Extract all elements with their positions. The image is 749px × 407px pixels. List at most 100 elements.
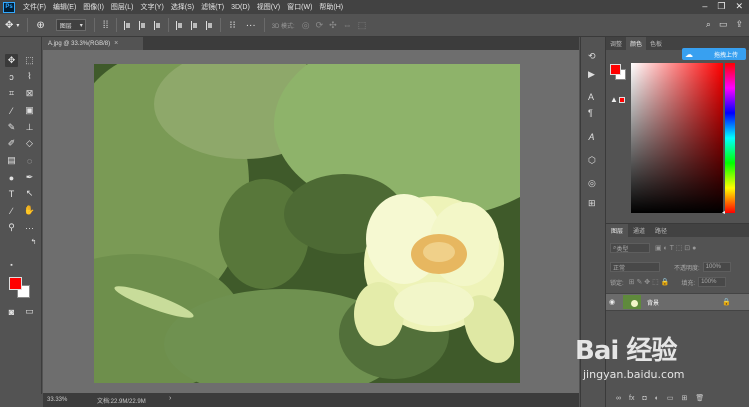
move-icon[interactable]: ✥ xyxy=(5,54,18,67)
blur-icon[interactable]: ◌ xyxy=(23,154,36,167)
more-icon[interactable]: ··· xyxy=(246,20,256,31)
history-brush-icon[interactable]: ✐ xyxy=(5,137,18,150)
minimize-icon[interactable]: – xyxy=(702,1,707,12)
more-tools-icon[interactable]: ··· xyxy=(23,221,36,234)
layer-kind-filter[interactable]: ⌕ 类型 xyxy=(610,243,650,253)
document-image[interactable] xyxy=(94,64,520,383)
menu-view[interactable]: 视图(V) xyxy=(257,2,280,12)
tab-channels[interactable]: 通道 xyxy=(628,224,650,237)
orbit-3d-icon[interactable]: ◎ xyxy=(302,20,310,31)
history-icon[interactable]: ⟲ xyxy=(588,51,596,62)
menu-type[interactable]: 文字(Y) xyxy=(140,2,163,12)
close-icon[interactable]: ✕ xyxy=(735,1,743,12)
color-spectrum-picker[interactable] xyxy=(631,63,723,213)
slide-3d-icon[interactable]: ⇔ xyxy=(343,20,352,30)
pen-icon[interactable]: ✒ xyxy=(23,171,36,184)
frame-icon[interactable]: ⊠ xyxy=(23,87,36,100)
foreground-color-swatch[interactable] xyxy=(610,64,621,75)
auto-select-dropdown[interactable]: 图层 ▾ xyxy=(55,19,86,31)
align-left-icon[interactable] xyxy=(124,20,131,30)
lock-icons[interactable]: ⊞ ✎ ✥ ⬚ 🔒 xyxy=(629,278,670,286)
menu-window[interactable]: 窗口(W) xyxy=(287,2,312,12)
distribute-icon[interactable]: ⁝⁝ xyxy=(229,20,235,31)
brush-icon[interactable]: ✎ xyxy=(5,121,18,134)
chevron-down-icon[interactable]: ▾ xyxy=(16,22,19,29)
lasso-icon[interactable]: ↄ xyxy=(5,70,18,83)
scale-3d-icon[interactable]: ⬚ xyxy=(358,20,367,31)
menu-help[interactable]: 帮助(H) xyxy=(319,2,343,12)
link-icon[interactable]: ∞ xyxy=(616,395,621,402)
workspace-icon[interactable]: ▭ xyxy=(719,19,728,30)
gradient-icon[interactable]: ▤ xyxy=(5,154,18,167)
search-icon[interactable]: ⌕ xyxy=(706,19,711,30)
blend-mode-select[interactable]: 正常 xyxy=(610,262,660,272)
align-center-icon[interactable] xyxy=(139,20,146,30)
web-safe-color-icon[interactable] xyxy=(619,97,625,103)
auto-select-icon[interactable]: ⊕ xyxy=(36,20,44,31)
filter-icons[interactable]: ▣ ◐ T ⬚ ⊡ ● xyxy=(655,244,696,252)
mask-icon[interactable]: ◘ xyxy=(642,395,646,402)
tab-layers[interactable]: 图层 xyxy=(606,224,629,237)
move-tool-icon[interactable]: ✥ xyxy=(5,20,13,31)
screen-mode-icon[interactable]: ▭ xyxy=(23,305,36,318)
trash-icon[interactable]: 🗑 xyxy=(695,394,704,402)
align-bottom-icon[interactable] xyxy=(206,20,213,30)
libraries-icon[interactable]: ⊞ xyxy=(588,198,596,209)
dodge-icon[interactable]: ● xyxy=(5,171,18,184)
zoom-icon[interactable]: ⚲ xyxy=(5,221,18,234)
swap-colors-icon[interactable]: ↰ xyxy=(27,235,40,248)
canvas-area[interactable] xyxy=(43,50,579,393)
hand-icon[interactable]: ✋ xyxy=(23,204,36,217)
line-icon[interactable]: ∕ xyxy=(5,204,18,217)
fx-icon[interactable]: fx xyxy=(629,395,634,402)
eye-icon[interactable]: ◉ xyxy=(609,298,621,306)
menu-filter[interactable]: 滤镜(T) xyxy=(201,2,224,12)
properties-icon[interactable]: ◎ xyxy=(588,178,596,189)
hue-slider[interactable] xyxy=(725,63,735,213)
share-icon[interactable]: ⇪ xyxy=(735,19,743,30)
align-middle-icon[interactable] xyxy=(191,20,198,30)
stamp-icon[interactable]: ⊥ xyxy=(23,121,36,134)
chevron-right-icon[interactable]: › xyxy=(169,395,171,402)
layer-name[interactable]: 背景 xyxy=(647,298,659,307)
opacity-input[interactable]: 100% xyxy=(702,262,731,272)
zoom-level[interactable]: 33.33% xyxy=(43,397,93,403)
menu-select[interactable]: 选择(S) xyxy=(171,2,194,12)
menu-file[interactable]: 文件(F) xyxy=(23,2,46,12)
marquee-icon[interactable]: ⬚ xyxy=(23,54,36,67)
glyphs-icon[interactable]: 𝐴 xyxy=(588,132,594,143)
menu-3d[interactable]: 3D(D) xyxy=(231,4,250,11)
character-icon[interactable]: A xyxy=(588,92,594,102)
align-top-icon[interactable] xyxy=(176,20,183,30)
hue-slider-handle-icon[interactable]: ◂ xyxy=(722,209,725,216)
quick-mask-icon[interactable]: ◙ xyxy=(5,305,18,318)
crop-icon[interactable]: ⌗ xyxy=(5,87,18,100)
healing-brush-icon[interactable]: ▣ xyxy=(23,104,36,117)
default-colors-icon[interactable]: ▪ xyxy=(5,259,18,272)
menu-layer[interactable]: 图层(L) xyxy=(111,2,134,12)
tab-paths[interactable]: 路径 xyxy=(650,224,672,237)
layer-row[interactable]: ◉ 背景 🔒 xyxy=(606,293,749,311)
quick-select-icon[interactable]: ⌇ xyxy=(23,70,36,83)
actions-play-icon[interactable]: ▶ xyxy=(588,69,595,80)
paragraph-icon[interactable]: ¶ xyxy=(588,108,593,118)
eraser-icon[interactable]: ◇ xyxy=(23,137,36,150)
close-icon[interactable]: × xyxy=(114,40,118,47)
foreground-color-swatch[interactable] xyxy=(9,277,22,290)
fill-input[interactable]: 100% xyxy=(698,277,727,287)
roll-3d-icon[interactable]: ⟳ xyxy=(316,20,324,31)
drag-3d-icon[interactable]: ✣ xyxy=(329,20,337,31)
folder-icon[interactable]: ▭ xyxy=(667,394,674,402)
eyedropper-icon[interactable]: ⁄ xyxy=(5,104,18,117)
tab-swatches[interactable]: 色板 xyxy=(646,37,666,50)
document-tab[interactable]: A.jpg @ 33.3%(RGB/8) × xyxy=(43,37,143,50)
restore-icon[interactable]: ❐ xyxy=(717,1,725,12)
menu-image[interactable]: 图像(I) xyxy=(83,2,104,12)
type-icon[interactable]: T xyxy=(5,187,18,200)
new-layer-icon[interactable]: ⊞ xyxy=(682,394,688,402)
align-right-icon[interactable] xyxy=(154,20,161,30)
menu-edit[interactable]: 编辑(E) xyxy=(53,2,76,12)
adjustment-icon[interactable]: ◐ xyxy=(655,395,659,402)
tab-color[interactable]: 颜色 xyxy=(626,37,647,50)
path-select-icon[interactable]: ↖ xyxy=(23,187,36,200)
